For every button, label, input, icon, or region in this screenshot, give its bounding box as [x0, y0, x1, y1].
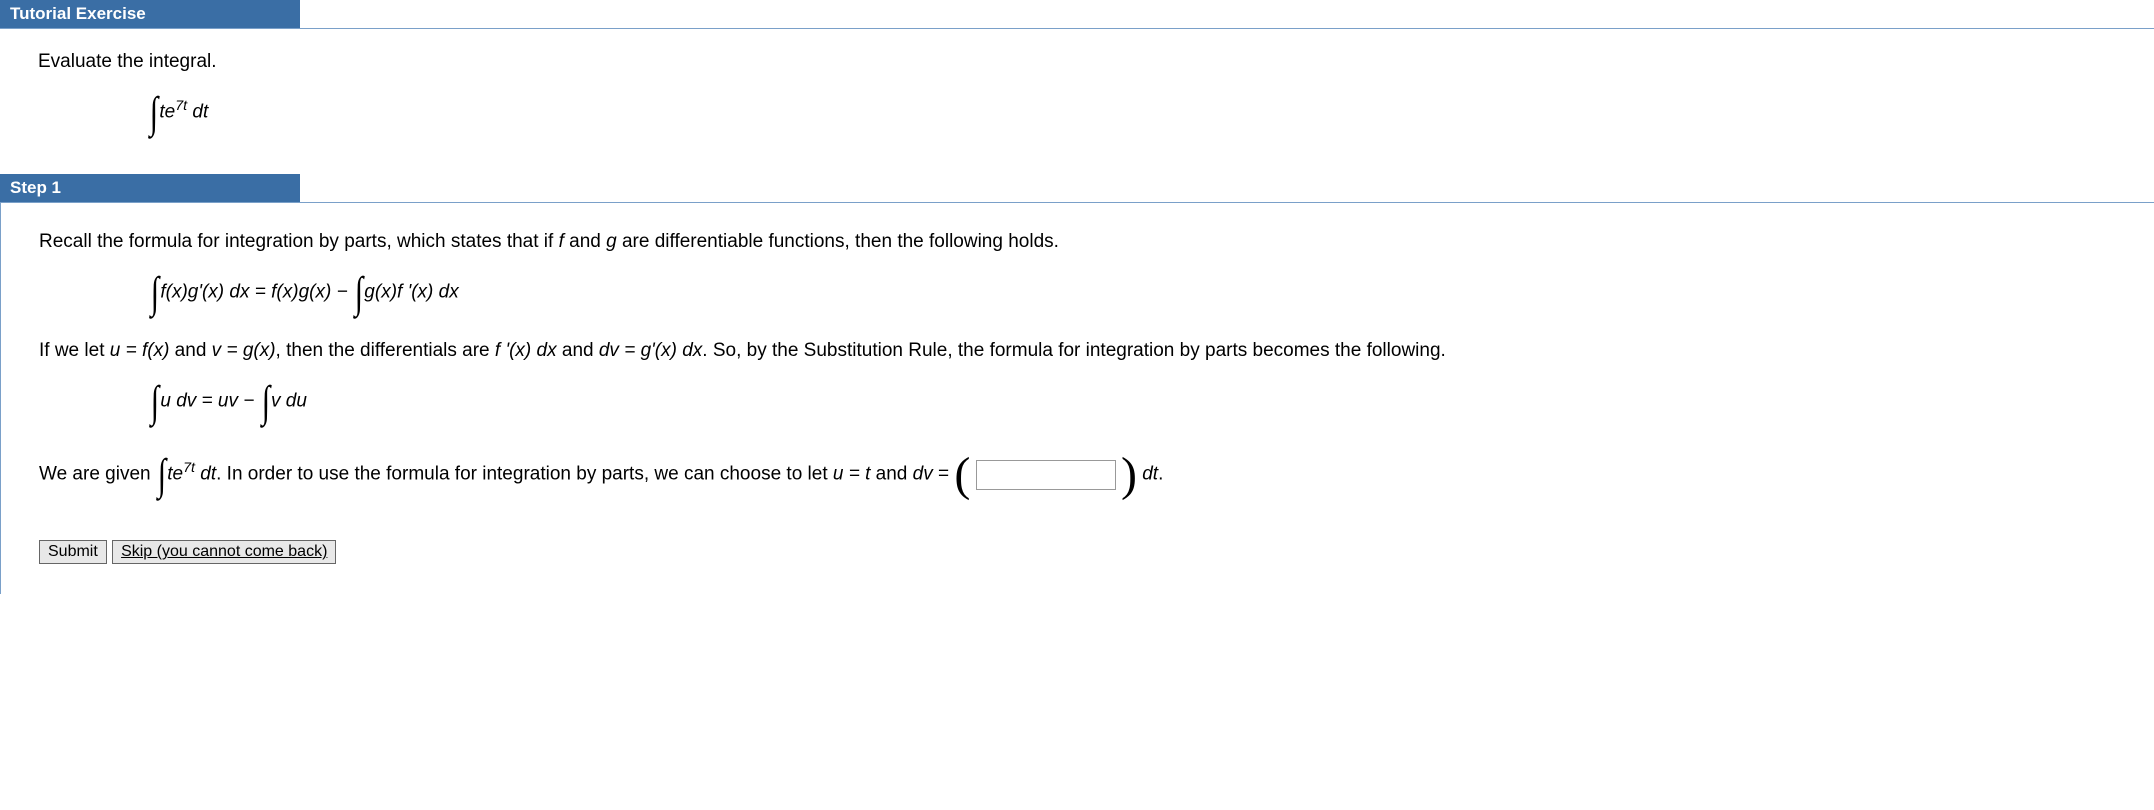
buttons-row: Submit Skip (you cannot come back): [39, 540, 2154, 564]
close-paren: ): [1121, 453, 1137, 496]
int-diff: dt: [195, 464, 216, 485]
text: .: [1158, 464, 1163, 485]
expr: v = g(x): [212, 340, 276, 361]
step1-para3: We are given ∫ te7t dt. In order to use …: [39, 449, 2154, 500]
expr: dv = g'(x) dx: [599, 340, 702, 361]
integral-symbol: ∫: [261, 376, 269, 427]
text: . So, by the Substitution Rule, the form…: [702, 340, 1446, 361]
skip-button[interactable]: Skip (you cannot come back): [112, 540, 336, 564]
step1-body: Recall the formula for integration by pa…: [0, 202, 2154, 594]
formula1-lhs: f(x)g'(x) dx: [160, 282, 249, 303]
step1-para2: If we let u = f(x) and v = g(x), then th…: [39, 340, 2154, 362]
step1-intro: Recall the formula for integration by pa…: [39, 231, 2154, 253]
integral-symbol: ∫: [150, 87, 158, 138]
submit-button[interactable]: Submit: [39, 540, 107, 564]
formula2-eq: =: [202, 391, 218, 412]
integral-symbol: ∫: [151, 267, 159, 318]
formula-uv: ∫ u dv = uv − ∫ v du: [149, 376, 2154, 427]
formula2-minus: −: [243, 391, 259, 412]
integrand-exp: 7t: [175, 98, 187, 114]
expr: f '(x) dx: [495, 340, 557, 361]
text: dt: [1142, 464, 1158, 485]
formula1-eq: =: [255, 282, 271, 303]
text: Recall the formula for integration by pa…: [39, 231, 559, 252]
dv-input[interactable]: [976, 460, 1116, 490]
formula-parts: ∫ f(x)g'(x) dx = f(x)g(x) − ∫ g(x)f '(x)…: [149, 267, 2154, 318]
integral-symbol: ∫: [151, 376, 159, 427]
formula2-lhs: u dv: [160, 391, 196, 412]
formula1-mid: f(x)g(x): [271, 282, 331, 303]
text: We are given: [39, 464, 156, 485]
formula1-rhs: g(x)f '(x) dx: [364, 282, 458, 303]
text: If we let: [39, 340, 110, 361]
text: and: [870, 464, 912, 485]
text: =: [933, 464, 955, 485]
integrand-diff: dt: [187, 102, 208, 123]
text: . In order to use the formula for integr…: [216, 464, 833, 485]
tutorial-header: Tutorial Exercise: [0, 0, 300, 28]
formula2-mid: uv: [218, 391, 238, 412]
text: and: [564, 231, 606, 252]
integral-symbol: ∫: [158, 449, 166, 500]
step1-header: Step 1: [0, 174, 300, 202]
text: and: [557, 340, 599, 361]
int-exp: 7t: [183, 460, 195, 476]
tutorial-body: Evaluate the integral. ∫ te7t dt: [0, 29, 2154, 174]
int-base: te: [167, 464, 183, 485]
tutorial-header-row: Tutorial Exercise: [0, 0, 2154, 29]
exercise-integral: ∫ te7t dt: [148, 87, 2154, 138]
text: and: [169, 340, 211, 361]
var-g: g: [606, 231, 617, 252]
formula2-rhs: v du: [271, 391, 307, 412]
integral-symbol: ∫: [355, 267, 363, 318]
expr: u = f(x): [110, 340, 170, 361]
expr: u = t: [833, 464, 871, 485]
formula1-minus: −: [337, 282, 353, 303]
integrand-base: te: [159, 102, 175, 123]
open-paren: (: [954, 453, 970, 496]
step1-header-row: Step 1: [0, 174, 2154, 202]
expr: dv: [913, 464, 933, 485]
exercise-prompt: Evaluate the integral.: [38, 51, 2154, 73]
text: are differentiable functions, then the f…: [617, 231, 1059, 252]
text: , then the differentials are: [276, 340, 495, 361]
